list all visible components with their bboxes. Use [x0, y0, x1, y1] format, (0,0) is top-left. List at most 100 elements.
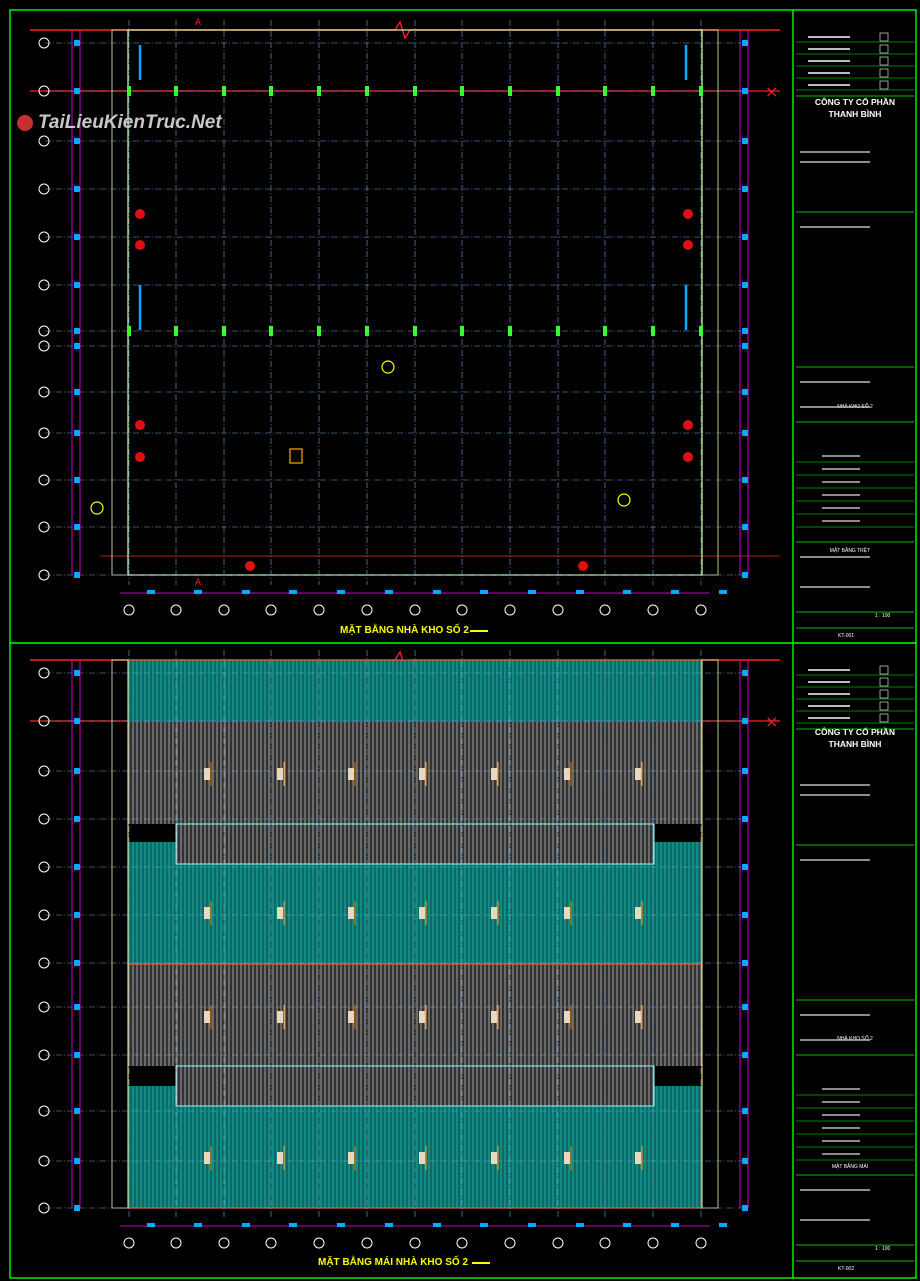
watermark-logo-icon	[17, 115, 33, 131]
window-mark-bottom	[480, 590, 488, 594]
roof-vent-icon	[564, 768, 570, 780]
window-mark	[742, 328, 748, 334]
door-tag-icon	[245, 561, 255, 571]
window-mark	[742, 88, 748, 94]
window-mark	[74, 1004, 80, 1010]
window-mark	[742, 282, 748, 288]
window-mark-bottom	[719, 1223, 727, 1227]
roof-vent-icon	[635, 1152, 641, 1164]
axis-bubble-col	[361, 1237, 373, 1249]
column-marker	[556, 326, 560, 336]
roof-vent-icon	[277, 1011, 283, 1023]
checkbox	[879, 677, 889, 687]
roof-vent-icon	[348, 1152, 354, 1164]
window-mark	[74, 328, 80, 334]
axis-bubble-col	[504, 1237, 516, 1249]
roof-vent-icon	[491, 1152, 497, 1164]
roof-vent-icon	[564, 907, 570, 919]
window-mark	[742, 572, 748, 578]
window-mark-bottom	[242, 590, 250, 594]
window-mark-bottom	[623, 590, 631, 594]
column-marker	[317, 86, 321, 96]
column-marker	[556, 86, 560, 96]
axis-bubble-col	[647, 604, 659, 616]
window-mark	[74, 1108, 80, 1114]
column-marker	[127, 86, 131, 96]
window-mark	[742, 960, 748, 966]
axis-bubble-col	[647, 1237, 659, 1249]
door-tag	[289, 448, 303, 464]
axis-bubble-col	[695, 604, 707, 616]
window-mark	[74, 1052, 80, 1058]
door-tag-icon	[135, 209, 145, 219]
axis-bubble-col	[599, 604, 611, 616]
column-marker	[413, 326, 417, 336]
axis-bubble-col	[313, 604, 325, 616]
roof-vent-icon	[419, 1011, 425, 1023]
window-mark-bottom	[528, 590, 536, 594]
column-marker	[460, 86, 464, 96]
window-mark	[74, 40, 80, 46]
axis-bubble-col	[313, 1237, 325, 1249]
checkbox	[879, 80, 889, 90]
window-mark-bottom	[576, 1223, 584, 1227]
roof-vent-icon	[204, 768, 210, 780]
room-tags	[135, 209, 693, 571]
door-tag-icon	[683, 209, 693, 219]
checkbox	[879, 665, 889, 675]
window-mark	[742, 816, 748, 822]
checkbox	[879, 32, 889, 42]
checkbox	[879, 713, 889, 723]
sheet-number: KT-002	[838, 1266, 854, 1272]
roof-panel-teal-2	[128, 1086, 176, 1208]
column-marker	[651, 86, 655, 96]
watermark: TaiLieuKienTruc.Net	[17, 112, 222, 133]
axis-bubble-col	[170, 604, 182, 616]
column-marker	[508, 326, 512, 336]
checkbox	[879, 689, 889, 699]
window-mark	[742, 718, 748, 724]
roof-vent-icon	[348, 907, 354, 919]
watermark-text: TaiLieuKienTruc.Net	[38, 112, 222, 133]
window-mark-bottom	[242, 1223, 250, 1227]
scale: 1 : 100	[875, 613, 891, 619]
window-mark	[742, 768, 748, 774]
section-mark-bottom: A	[195, 577, 201, 587]
window-mark	[742, 864, 748, 870]
roof-vent-icon	[204, 1152, 210, 1164]
window-mark	[74, 1205, 80, 1211]
roof-panel-teal-1b	[654, 842, 702, 964]
axis-bubble-col	[361, 604, 373, 616]
roof-vent-icon	[277, 768, 283, 780]
axis-bubble-col	[552, 1237, 564, 1249]
column-marker	[222, 86, 226, 96]
window-mark-bottom	[671, 590, 679, 594]
floor-plan: A A ⨯ MẶT BẰNG NHÀ KHO SỐ 2	[30, 17, 780, 636]
company-line-2: THANH BÌNH	[829, 109, 882, 119]
window-mark-bottom	[147, 1223, 155, 1227]
roof-vent-icon	[491, 907, 497, 919]
axis-bubble-col	[695, 1237, 707, 1249]
roof-panel-teal-1	[128, 842, 176, 964]
window-mark	[74, 524, 80, 530]
window-mark-bottom	[194, 590, 202, 594]
window-mark-bottom	[433, 1223, 441, 1227]
window-mark	[742, 186, 748, 192]
roof-vent-icon	[277, 907, 283, 919]
window-mark	[74, 572, 80, 578]
column-marker	[603, 86, 607, 96]
axis-bubble-col	[599, 1237, 611, 1249]
door-tag-icon	[578, 561, 588, 571]
plan-title-1: MẶT BẰNG NHÀ KHO SỐ 2	[340, 622, 469, 636]
column-marker	[222, 326, 226, 336]
window-mark	[74, 768, 80, 774]
door-tag-icon	[135, 452, 145, 462]
window-mark	[742, 1205, 748, 1211]
roof-vent-icon	[635, 907, 641, 919]
window-mark	[74, 912, 80, 918]
checkbox	[879, 68, 889, 78]
window-mark-bottom	[337, 1223, 345, 1227]
window-mark	[74, 186, 80, 192]
company-line-1: CÔNG TY CỔ PHẦN	[815, 726, 895, 737]
roof-plan: ⨯ MẶT BẰNG MÁI NHÀ KHO SỐ 2	[30, 650, 780, 1268]
